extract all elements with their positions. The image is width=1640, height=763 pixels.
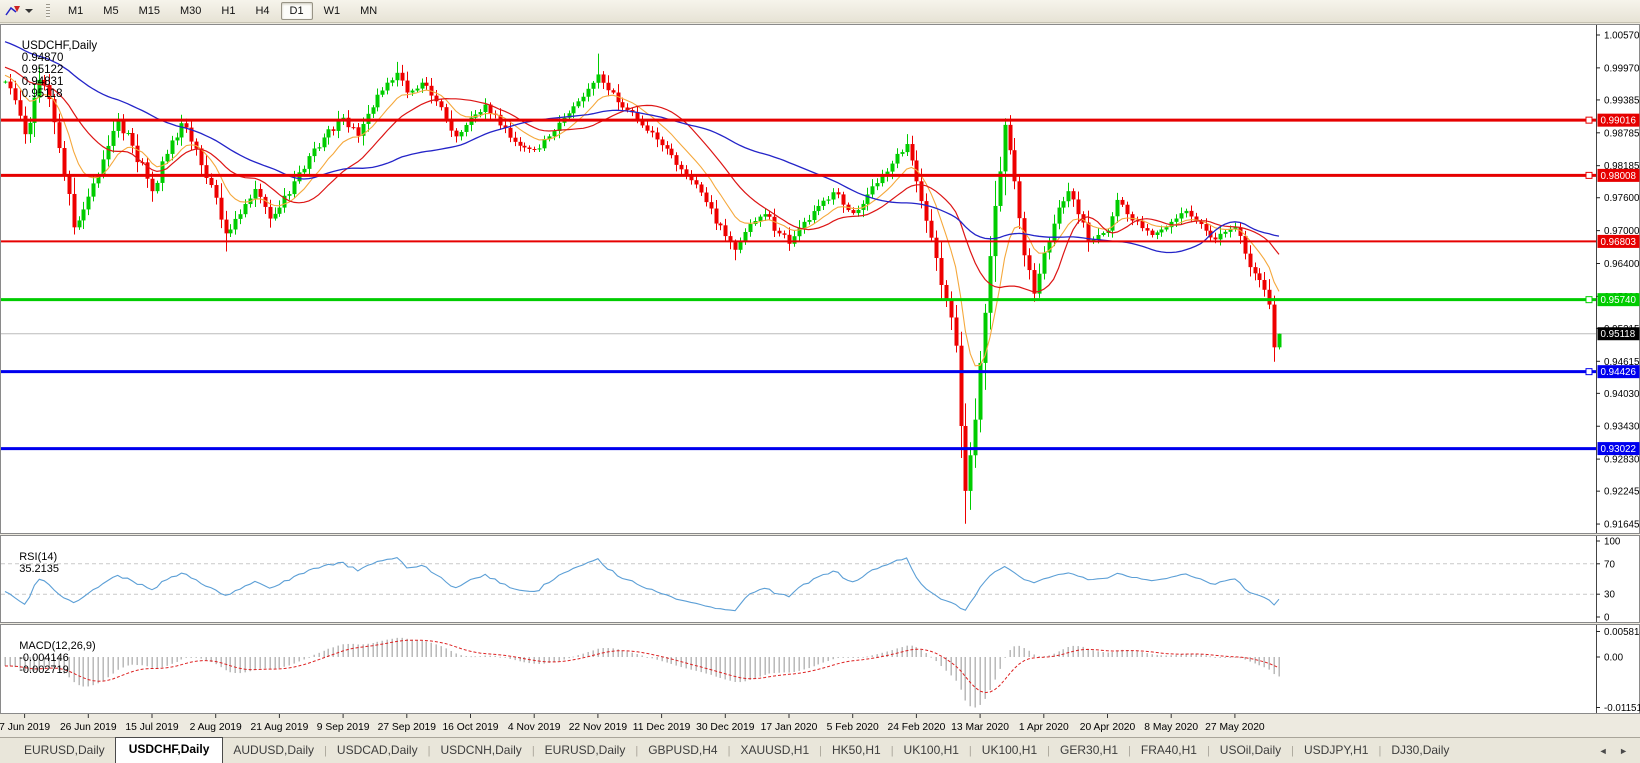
date-tick-label: 11 Dec 2019 [633, 722, 691, 733]
legend-open: 0.94870 [22, 52, 64, 64]
toolbar: M1M5M15M30H1H4D1W1MN [0, 0, 1640, 23]
date-tick-label: 20 Apr 2020 [1080, 722, 1136, 733]
trading-app-window: M1M5M15M30H1H4D1W1MN 1.00570 0.99970 0.993… [0, 0, 1640, 763]
legend-high: 0.95122 [22, 64, 64, 76]
chart-tab-usdchf-daily[interactable]: USDCHF,Daily [115, 737, 224, 763]
svg-text:0.97600: 0.97600 [1604, 193, 1640, 204]
date-tick-label: 21 Aug 2019 [250, 722, 308, 733]
svg-text:0.95118: 0.95118 [1601, 329, 1636, 340]
tab-scroll-right-icon[interactable]: ► [1619, 746, 1628, 756]
date-tick-label: 27 Sep 2019 [378, 722, 437, 733]
rsi-value: 35.2135 [19, 563, 59, 575]
timeframe-button-m15[interactable]: M15 [130, 2, 169, 20]
chart-tab-eurusd-daily[interactable]: EURUSD,Daily [14, 739, 115, 763]
chart-tab-uk100-h1[interactable]: UK100,H1 [894, 739, 969, 763]
chart-legend: USDCHF,Daily 0.94870 0.95122 0.94831 0.9… [9, 28, 101, 112]
chart-tab-uk100-h1[interactable]: UK100,H1 [972, 739, 1047, 763]
svg-text:-0.011514: -0.011514 [1604, 703, 1640, 714]
svg-text:1.00570: 1.00570 [1604, 31, 1640, 42]
chart-tab-eurusd-daily[interactable]: EURUSD,Daily [535, 739, 636, 763]
chart-tab-ger30-h1[interactable]: GER30,H1 [1050, 739, 1128, 763]
date-tick-label: 5 Feb 2020 [827, 722, 879, 733]
date-tick-label: 1 Apr 2020 [1019, 722, 1069, 733]
chart-tab-audusd-daily[interactable]: AUDUSD,Daily [223, 739, 324, 763]
svg-text:0.00: 0.00 [1604, 653, 1624, 664]
date-tick-label: 9 Sep 2019 [317, 722, 370, 733]
svg-text:0.98785: 0.98785 [1604, 128, 1640, 139]
chart-tab-gbpusd-h4[interactable]: GBPUSD,H4 [638, 739, 727, 763]
chart-tab-hk50-h1[interactable]: HK50,H1 [822, 739, 891, 763]
svg-text:0.92245: 0.92245 [1604, 487, 1640, 498]
timeframe-button-h4[interactable]: H4 [246, 2, 278, 20]
svg-text:0.98008: 0.98008 [1601, 171, 1637, 182]
svg-text:0.94426: 0.94426 [1601, 367, 1637, 378]
date-axis[interactable]: 7 Jun 2019 26 Jun 2019 15 Jul 2019 2 Aug 20… [0, 714, 1640, 737]
dropdown-caret-icon[interactable] [25, 9, 33, 13]
macd-signal-value: -0.002719 [19, 664, 69, 676]
macd-label: MACD(12,26,9) -0.004146 -0.002719 [7, 628, 100, 688]
chart-cursor-icon[interactable] [4, 3, 22, 19]
date-tick-label: 15 Jul 2019 [125, 722, 179, 733]
rsi-name: RSI(14) [19, 551, 57, 563]
date-tick-label: 27 May 2020 [1205, 722, 1265, 733]
svg-text:30: 30 [1604, 590, 1615, 601]
chart-tab-usdjpy-h1[interactable]: USDJPY,H1 [1294, 739, 1378, 763]
timeframe-button-m30[interactable]: M30 [171, 2, 210, 20]
timeframe-button-d1[interactable]: D1 [281, 2, 313, 20]
svg-text:0.91645: 0.91645 [1604, 520, 1640, 531]
svg-text:0.99970: 0.99970 [1604, 63, 1640, 74]
timeframe-button-mn[interactable]: MN [351, 2, 386, 20]
date-tick-label: 16 Oct 2019 [442, 722, 498, 733]
svg-text:0.99016: 0.99016 [1601, 116, 1637, 127]
timeframe-button-w1[interactable]: W1 [315, 2, 350, 20]
timeframe-button-m5[interactable]: M5 [94, 2, 127, 20]
rsi-label: RSI(14) 35.2135 [7, 539, 63, 587]
date-tick-label: 17 Jan 2020 [761, 722, 818, 733]
macd-panel[interactable]: 0.005818 0.00 -0.011514 [0, 624, 1640, 714]
date-tick-label: 30 Dec 2019 [696, 722, 755, 733]
svg-text:0.94030: 0.94030 [1604, 389, 1640, 400]
toolbar-grip[interactable] [46, 4, 50, 19]
chart-tab-usdcnh-daily[interactable]: USDCNH,Daily [430, 739, 531, 763]
rsi-panel[interactable]: 100 70 30 0 [0, 535, 1640, 623]
svg-text:100: 100 [1604, 537, 1621, 548]
macd-name: MACD(12,26,9) [19, 640, 95, 652]
svg-text:0.96400: 0.96400 [1604, 259, 1640, 270]
chart-tab-usdcad-daily[interactable]: USDCAD,Daily [327, 739, 428, 763]
tab-scroll-left-icon[interactable]: ◄ [1599, 746, 1608, 756]
chart-tab-bar: EURUSD,DailyUSDCHF,DailyAUDUSD,Daily|USD… [0, 737, 1640, 763]
timeframe-buttons: M1M5M15M30H1H4D1W1MN [58, 2, 387, 20]
svg-text:70: 70 [1604, 559, 1615, 570]
chart-tab-fra40-h1[interactable]: FRA40,H1 [1131, 739, 1207, 763]
legend-symbol: USDCHF,Daily [22, 40, 97, 52]
chart-tools-group[interactable] [4, 3, 38, 19]
date-tick-label: 26 Jun 2019 [60, 722, 117, 733]
date-tick-label: 8 May 2020 [1144, 722, 1198, 733]
date-tick-label: 22 Nov 2019 [569, 722, 628, 733]
svg-text:0.92830: 0.92830 [1604, 455, 1640, 466]
svg-text:0: 0 [1604, 613, 1610, 624]
svg-text:0.96803: 0.96803 [1601, 237, 1637, 248]
timeframe-button-m1[interactable]: M1 [59, 2, 92, 20]
legend-low: 0.94831 [22, 76, 64, 88]
date-tick-label: 7 Jun 2019 [0, 722, 50, 733]
chart-tab-usoil-daily[interactable]: USOil,Daily [1210, 739, 1291, 763]
date-tick-label: 2 Aug 2019 [190, 722, 242, 733]
tab-scroll-nav: ◄ ► [1590, 746, 1628, 756]
date-tick-label: 13 Mar 2020 [951, 722, 1009, 733]
chart-tabs: EURUSD,DailyUSDCHF,DailyAUDUSD,Daily|USD… [14, 737, 1459, 763]
date-tick-label: 24 Feb 2020 [887, 722, 945, 733]
chart-tab-dj30-daily[interactable]: DJ30,Daily [1381, 739, 1459, 763]
svg-text:0.005818: 0.005818 [1604, 627, 1640, 638]
main-chart-panel[interactable]: 1.005700.999700.993850.987850.981850.976… [0, 24, 1640, 534]
macd-main-value: -0.004146 [19, 652, 69, 664]
legend-close: 0.95118 [22, 88, 63, 100]
svg-text:0.99385: 0.99385 [1604, 95, 1640, 106]
svg-text:0.93022: 0.93022 [1601, 444, 1636, 455]
svg-text:0.93430: 0.93430 [1604, 422, 1640, 433]
chart-tab-xauusd-h1[interactable]: XAUUSD,H1 [730, 739, 819, 763]
svg-text:0.95740: 0.95740 [1601, 295, 1637, 306]
timeframe-button-h1[interactable]: H1 [212, 2, 244, 20]
date-tick-label: 4 Nov 2019 [508, 722, 561, 733]
